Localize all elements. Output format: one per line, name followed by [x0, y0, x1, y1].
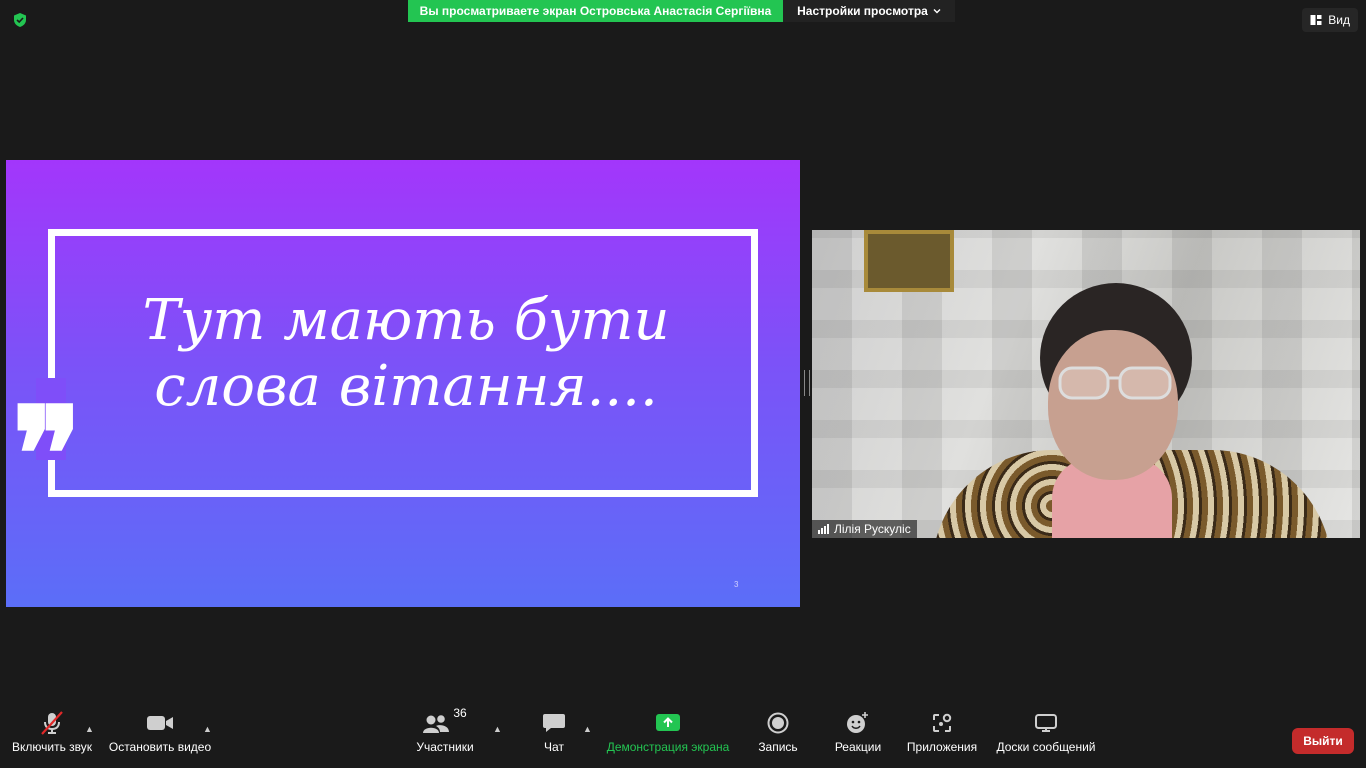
participant-name: Лілія Рускуліс — [834, 522, 911, 536]
chat-label: Чат — [544, 740, 564, 754]
whiteboards-label: Доски сообщений — [996, 740, 1096, 754]
leave-meeting-label: Выйти — [1303, 734, 1343, 748]
shared-screen[interactable]: ❞ Тут мають бути слова вітання.... 3 — [6, 160, 800, 607]
participants-button[interactable]: 36 Участники — [412, 706, 478, 754]
participants-label: Участники — [416, 740, 474, 754]
chat-options-caret-icon[interactable]: ▲ — [583, 724, 592, 734]
share-screen-button[interactable]: Демонстрация экрана — [604, 708, 732, 754]
share-screen-label: Демонстрация экрана — [606, 740, 730, 754]
unmute-button[interactable]: Включить звук — [8, 708, 96, 754]
apps-label: Приложения — [906, 740, 978, 754]
chat-bubble-icon — [543, 714, 565, 732]
view-layout-label: Вид — [1328, 13, 1350, 27]
chevron-down-icon — [933, 9, 941, 14]
security-shield-icon[interactable] — [12, 12, 28, 28]
slide-text: Тут мають бути слова вітання.... — [66, 288, 746, 420]
record-button[interactable]: Запись — [752, 708, 804, 754]
whiteboards-button[interactable]: Доски сообщений — [994, 708, 1098, 754]
wall-picture — [864, 230, 954, 292]
slide-line-1: Тут мають бути — [142, 288, 670, 353]
share-screen-icon — [656, 714, 680, 731]
reactions-button[interactable]: Реакции — [832, 708, 884, 754]
participant-name-tag: Лілія Рускуліс — [812, 520, 917, 538]
participant-face — [1048, 330, 1178, 480]
slide-line-2: слова вітання.... — [154, 354, 658, 419]
panel-splitter-handle[interactable] — [804, 370, 810, 396]
video-camera-icon — [147, 716, 173, 730]
view-options-label: Настройки просмотра — [797, 4, 928, 18]
view-layout-button[interactable]: Вид — [1302, 8, 1358, 32]
whiteboard-icon — [1035, 714, 1057, 732]
video-options-caret-icon[interactable]: ▲ — [203, 724, 212, 734]
leave-meeting-button[interactable]: Выйти — [1292, 728, 1354, 754]
stop-video-label: Остановить видео — [108, 740, 212, 754]
smiley-plus-icon — [847, 712, 868, 733]
layout-icon — [1310, 15, 1322, 25]
stop-video-button[interactable]: Остановить видео — [106, 708, 214, 754]
participants-icon — [423, 715, 450, 733]
screen-share-banner-text: Вы просматриваете экран Островська Анаст… — [419, 4, 772, 18]
reactions-label: Реакции — [834, 740, 882, 754]
record-label: Запись — [758, 740, 798, 754]
connection-signal-icon — [818, 524, 829, 534]
participants-count: 36 — [453, 706, 467, 720]
participants-options-caret-icon[interactable]: ▲ — [493, 724, 502, 734]
screen-share-banner: Вы просматриваете экран Островська Анаст… — [408, 0, 783, 22]
unmute-label: Включить звук — [11, 740, 93, 754]
slide-page-number: 3 — [734, 580, 739, 589]
meeting-toolbar: Включить звук ▲ Остановить видео ▲ 36 Уч… — [0, 706, 1366, 768]
microphone-muted-icon — [41, 711, 63, 735]
apps-icon — [933, 713, 952, 732]
view-options-button[interactable]: Настройки просмотра — [783, 0, 955, 22]
chat-button[interactable]: Чат — [538, 708, 570, 754]
participant-video[interactable]: Лілія Рускуліс — [812, 230, 1360, 538]
audio-options-caret-icon[interactable]: ▲ — [85, 724, 94, 734]
record-icon — [767, 712, 789, 734]
apps-button[interactable]: Приложения — [904, 708, 980, 754]
glasses — [1058, 366, 1172, 400]
